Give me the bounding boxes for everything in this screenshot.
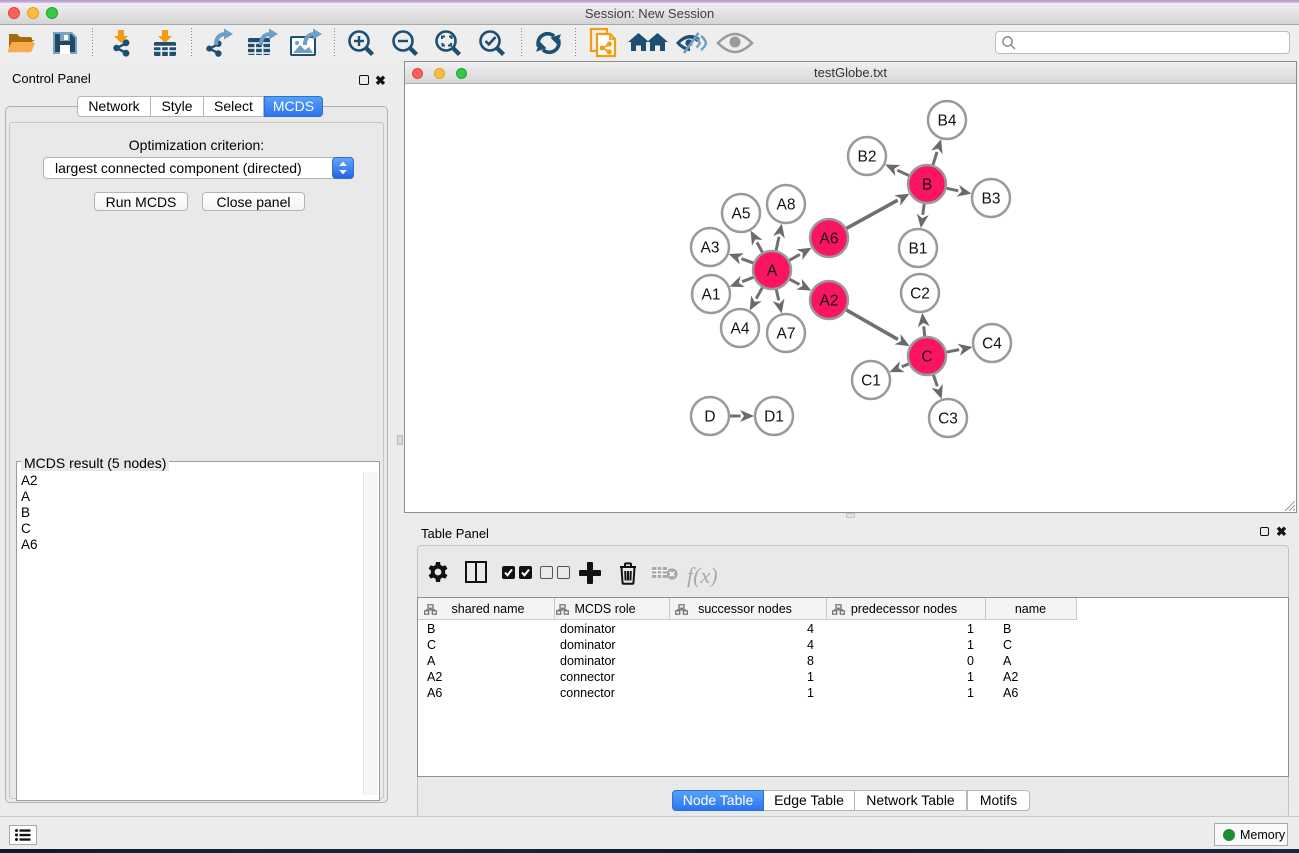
svg-text:C1: C1 (861, 373, 881, 390)
svg-text:A7: A7 (777, 326, 796, 343)
svg-text:B: B (922, 177, 932, 194)
svg-text:A6: A6 (820, 231, 839, 248)
svg-text:A5: A5 (732, 206, 751, 223)
svg-text:A2: A2 (820, 293, 839, 310)
svg-text:D1: D1 (764, 409, 784, 426)
svg-text:B4: B4 (938, 113, 957, 130)
svg-text:A4: A4 (731, 321, 750, 338)
svg-text:C3: C3 (938, 411, 958, 428)
svg-text:C4: C4 (982, 336, 1002, 353)
svg-text:B1: B1 (909, 241, 928, 258)
svg-text:A3: A3 (701, 240, 720, 257)
svg-text:A1: A1 (702, 287, 721, 304)
svg-text:A8: A8 (777, 197, 796, 214)
svg-text:B2: B2 (858, 149, 877, 166)
svg-text:A: A (767, 263, 778, 280)
svg-text:D: D (704, 409, 715, 426)
svg-text:C2: C2 (910, 286, 930, 303)
svg-text:C: C (921, 349, 932, 366)
svg-text:B3: B3 (982, 191, 1001, 208)
